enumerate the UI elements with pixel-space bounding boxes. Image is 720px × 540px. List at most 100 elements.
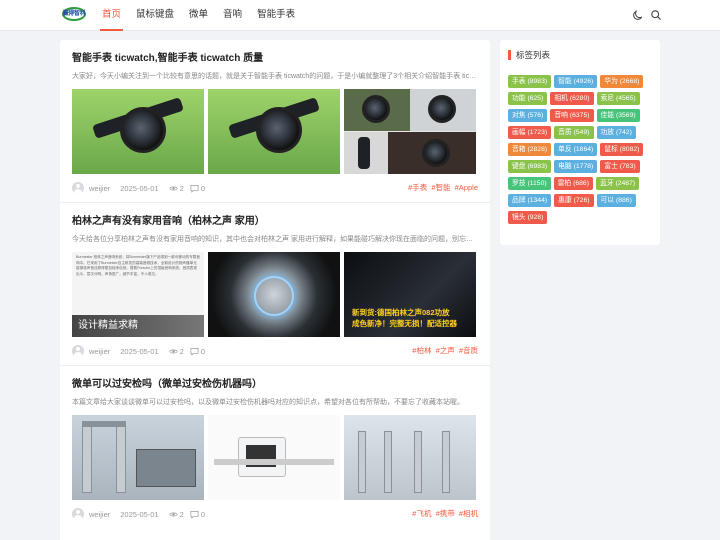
- post-item: 微单可以过安检吗（微单过安检伤机器吗） 本篇文章给大家谈谈微单可以过安检吗，以及…: [60, 365, 490, 528]
- thumbnail-caption: 新到货:德国柏林之声082功放 成色新净！完整无损！配适控器: [352, 308, 457, 328]
- post-thumbnail[interactable]: [344, 89, 476, 174]
- main-nav: 首页 鼠标键盘 微单 音响 智能手表: [96, 0, 304, 31]
- comments-count[interactable]: 0: [190, 347, 205, 356]
- tag-link[interactable]: 画幅 (1723): [508, 126, 552, 139]
- tag-link[interactable]: 惠康 (726): [554, 194, 594, 207]
- tag-link[interactable]: 佳能 (3569): [596, 109, 640, 122]
- post-tag[interactable]: #飞机: [412, 509, 431, 518]
- avatar[interactable]: [72, 345, 84, 357]
- post-tag[interactable]: #之声: [436, 346, 455, 355]
- post-date: 2025-05-01: [120, 346, 159, 356]
- comment-icon: [190, 510, 199, 519]
- post-thumbnail[interactable]: [208, 415, 340, 500]
- post-tags: #柏林 #之声 #音质: [410, 337, 478, 365]
- top-header: 赢得智科 首页 鼠标键盘 微单 音响 智能手表: [0, 0, 720, 31]
- tag-link[interactable]: 镜头 (928): [508, 211, 548, 224]
- post-thumbnail[interactable]: [72, 89, 204, 174]
- post-thumbnail[interactable]: [208, 252, 340, 337]
- nav-item-home[interactable]: 首页: [96, 0, 127, 31]
- tag-link[interactable]: 智能 (4926): [554, 75, 598, 88]
- post-date: 2025-05-01: [120, 183, 159, 193]
- tag-cloud: 手表 (8983) 智能 (4926) 华为 (2668) 功能 (625) 相机 (6…: [508, 75, 652, 224]
- tag-link[interactable]: 相机 (6280): [550, 92, 594, 105]
- tag-link[interactable]: 索尼 (4565): [596, 92, 640, 105]
- eye-icon: [168, 512, 178, 516]
- nav-item-mouse-keyboard[interactable]: 鼠标键盘: [130, 0, 180, 31]
- logo-text: 赢得智科: [62, 11, 86, 17]
- comment-icon: [190, 184, 199, 193]
- tag-link[interactable]: 键盘 (6983): [508, 160, 552, 173]
- avatar[interactable]: [72, 182, 84, 194]
- views-count: 2: [168, 510, 184, 519]
- post-tag[interactable]: #相机: [459, 509, 478, 518]
- post-tags: #飞机 #携带 #相机: [410, 500, 478, 528]
- site-logo[interactable]: 赢得智科: [61, 7, 87, 23]
- post-tag[interactable]: #柏林: [412, 346, 431, 355]
- post-date: 2025-05-01: [120, 509, 159, 519]
- thumbnail-banner: 设计精益求精: [72, 315, 204, 337]
- post-tag[interactable]: #携带: [436, 509, 455, 518]
- post-author[interactable]: weijier: [89, 510, 110, 519]
- post-list: 智能手表 ticwatch,智能手表 ticwatch 质量 大家好，今天小编关…: [60, 40, 490, 540]
- post-title[interactable]: 微单可以过安检吗（微单过安检伤机器吗）: [72, 366, 478, 391]
- post-thumbnail[interactable]: Burmester 柏林之声音响系统，将Burmester旗下产品带到一款可移动…: [72, 252, 204, 337]
- post-meta: weijier 2025-05-01 2 0 #飞机 #携带 #相机: [72, 500, 478, 528]
- tag-link[interactable]: 罗技 (1150): [508, 177, 551, 190]
- post-excerpt: 今天给各位分享柏林之声有没有家用音响的知识，其中也会对柏林之声 家用进行解释，如…: [72, 236, 478, 243]
- tag-link[interactable]: 音箱 (2828): [508, 143, 552, 156]
- nav-item-audio[interactable]: 音响: [217, 0, 248, 31]
- widget-title: 标签列表: [508, 50, 652, 60]
- post-tag[interactable]: #智能: [431, 183, 450, 192]
- tag-link[interactable]: 功能 (625): [508, 92, 548, 105]
- tag-link[interactable]: 音响 (6375): [550, 109, 594, 122]
- tag-link[interactable]: 品牌 (1344): [508, 194, 552, 207]
- tag-list-widget: 标签列表 手表 (8983) 智能 (4926) 华为 (2668) 功能 (625)…: [500, 40, 660, 245]
- post-author[interactable]: weijier: [89, 347, 110, 356]
- comments-count[interactable]: 0: [190, 184, 205, 193]
- eye-icon: [168, 186, 178, 190]
- post-tag[interactable]: #手表: [408, 183, 427, 192]
- search-icon[interactable]: [650, 9, 662, 21]
- avatar[interactable]: [72, 508, 84, 520]
- eye-icon: [168, 349, 178, 353]
- post-thumbnail[interactable]: [344, 415, 476, 500]
- tag-link[interactable]: 功放 (742): [596, 126, 636, 139]
- post-excerpt: 大家好，今天小编关注到一个比较有意思的话题，就是关于智能手表 ticwatch的…: [72, 73, 478, 80]
- post-thumbnail[interactable]: 新到货:德国柏林之声082功放 成色新净！完整无损！配适控器: [344, 252, 476, 337]
- tag-link[interactable]: 音质 (549): [554, 126, 594, 139]
- tag-link[interactable]: 手表 (8983): [508, 75, 552, 88]
- nav-item-mirrorless[interactable]: 微单: [183, 0, 214, 31]
- post-title[interactable]: 柏林之声有没有家用音响（柏林之声 家用）: [72, 203, 478, 228]
- post-item: 柏林之声有没有家用音响（柏林之声 家用） 今天给各位分享柏林之声有没有家用音响的…: [60, 202, 490, 365]
- moon-icon[interactable]: [632, 9, 644, 21]
- thumbnail-text: Burmester 柏林之声音响系统，将Burmester旗下产品带到一款可移动…: [76, 255, 200, 276]
- tag-link[interactable]: 电脑 (1778): [554, 160, 598, 173]
- post-item: 智能手表 ticwatch,智能手表 ticwatch 质量 大家好，今天小编关…: [60, 40, 490, 202]
- post-tags: #手表 #智能 #Apple: [406, 174, 478, 202]
- post-thumbnail[interactable]: [208, 89, 340, 174]
- tag-link[interactable]: 鼠标 (8082): [600, 143, 644, 156]
- tag-link[interactable]: 富士 (783): [600, 160, 640, 173]
- nav-item-smartwatch[interactable]: 智能手表: [251, 0, 301, 31]
- views-count: 2: [168, 184, 184, 193]
- post-title[interactable]: 智能手表 ticwatch,智能手表 ticwatch 质量: [72, 40, 478, 65]
- post-meta: weijier 2025-05-01 2 0 #柏林 #之声 #音质: [72, 337, 478, 365]
- tag-link[interactable]: 蓝牙 (2487): [595, 177, 640, 190]
- post-thumbnail[interactable]: [72, 415, 204, 500]
- post-thumbnails[interactable]: [72, 89, 478, 174]
- post-thumbnails[interactable]: [72, 415, 478, 500]
- tag-link[interactable]: 华为 (2668): [600, 75, 644, 88]
- post-author[interactable]: weijier: [89, 184, 110, 193]
- tag-link[interactable]: 可以 (886): [596, 194, 636, 207]
- tag-link[interactable]: 雷柏 (686): [553, 177, 593, 190]
- views-count: 2: [168, 347, 184, 356]
- post-tag[interactable]: #Apple: [455, 183, 478, 192]
- post-thumbnails[interactable]: Burmester 柏林之声音响系统，将Burmester旗下产品带到一款可移动…: [72, 252, 478, 337]
- tag-link[interactable]: 单反 (1864): [554, 143, 598, 156]
- post-meta: weijier 2025-05-01 2 0 #手表 #智能 #Apple: [72, 174, 478, 202]
- tag-link[interactable]: 对焦 (576): [508, 109, 548, 122]
- comments-count[interactable]: 0: [190, 510, 205, 519]
- post-excerpt: 本篇文章给大家谈谈微单可以过安检吗，以及微单过安检伤机器吗对应的知识点，希望对各…: [72, 399, 464, 406]
- comment-icon: [190, 347, 199, 356]
- post-tag[interactable]: #音质: [459, 346, 478, 355]
